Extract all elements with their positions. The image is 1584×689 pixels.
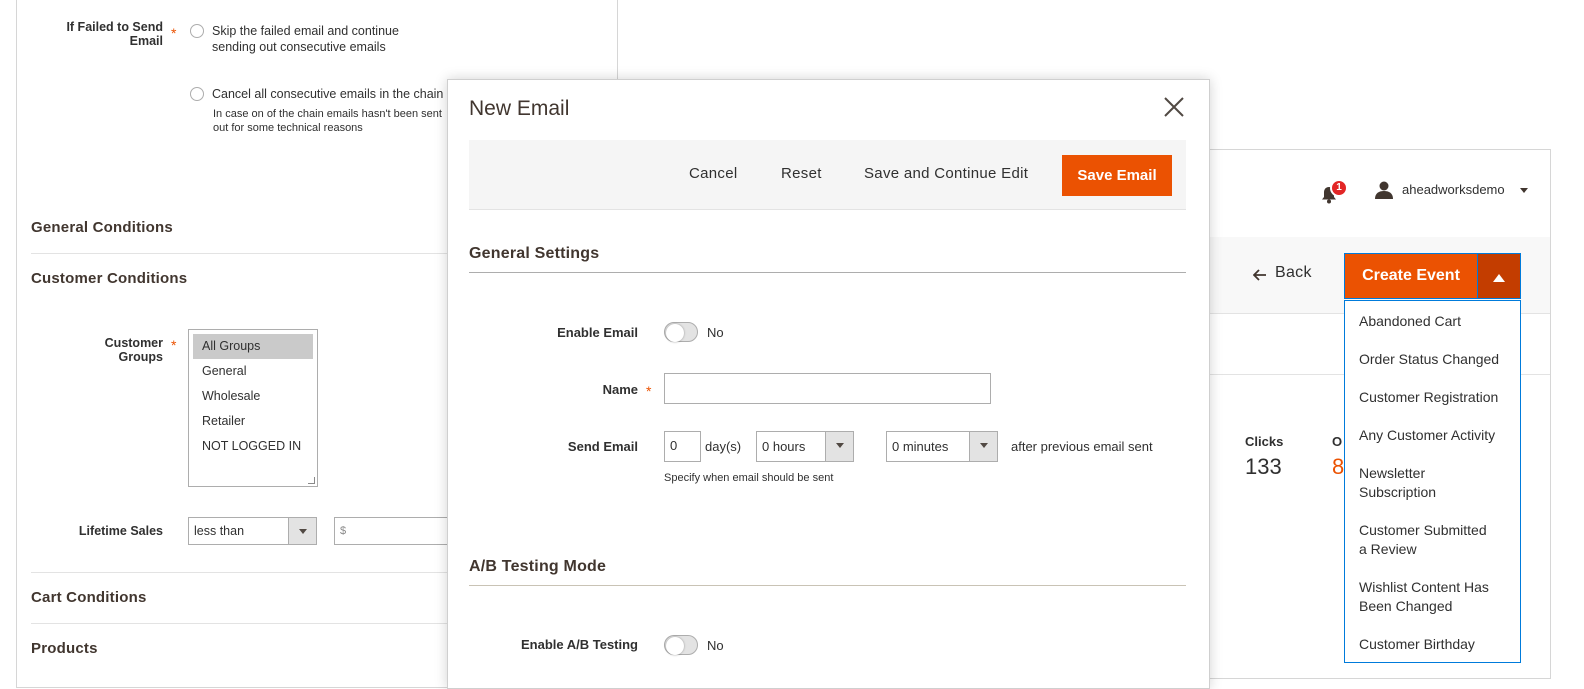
arrow-left-icon [1253,269,1266,281]
save-and-continue-button[interactable]: Save and Continue Edit [864,165,1028,182]
enable-email-label: Enable Email [557,325,638,340]
reset-button[interactable]: Reset [781,165,822,182]
dropdown-item-customer-birthday[interactable]: Customer Birthday [1359,635,1475,654]
back-button[interactable]: Back [1253,264,1323,288]
dropdown-item-wishlist-changed[interactable]: Wishlist Content Has Been Changed [1359,578,1489,616]
chevron-down-icon [288,518,316,544]
chevron-down-icon [969,432,997,461]
chevron-up-icon [1493,274,1505,282]
lifetime-sales-label: Lifetime Sales [78,524,163,538]
customer-group-option[interactable]: Wholesale [193,384,313,409]
delay-days-input[interactable]: 0 [664,431,701,462]
notification-count-badge: 1 [1330,179,1348,197]
resize-handle-icon[interactable] [308,477,315,484]
user-account-menu[interactable]: aheadworksdemo [1374,180,1534,204]
delay-minutes-select[interactable]: 0 minutes [886,431,998,462]
customer-group-option[interactable]: NOT LOGGED IN [193,434,313,459]
skip-failed-radio[interactable] [190,24,204,38]
send-email-label: Send Email [567,439,638,454]
close-icon [1164,97,1184,117]
customer-groups-label: Customer Groups [104,336,163,364]
required-asterisk: * [646,383,652,399]
divider [469,585,1186,586]
user-icon [1375,181,1393,199]
dropdown-item-any-customer-activity[interactable]: Any Customer Activity [1359,426,1495,445]
new-email-modal: New Email Cancel Reset Save and Continue… [447,79,1210,689]
section-products[interactable]: Products [31,640,98,657]
username: aheadworksdemo [1402,182,1505,197]
create-event-button[interactable]: Create Event [1344,253,1478,299]
clicks-label: Clicks [1245,434,1284,449]
days-suffix: day(s) [705,439,742,454]
cancel-button[interactable]: Cancel [689,165,738,182]
dropdown-item-customer-submitted-review[interactable]: Customer Submitted a Review [1359,521,1487,559]
section-general-conditions[interactable]: General Conditions [31,219,173,236]
enable-ab-testing-value: No [707,638,724,653]
section-customer-conditions[interactable]: Customer Conditions [31,270,187,287]
customer-groups-multiselect[interactable]: All Groups General Wholesale Retailer NO… [188,329,318,487]
dropdown-item-order-status-changed[interactable]: Order Status Changed [1359,350,1499,369]
required-asterisk: * [171,337,177,353]
create-event-toggle-button[interactable] [1478,253,1521,299]
back-label: Back [1275,264,1312,281]
orders-value: 8 [1332,454,1345,479]
dropdown-item-abandoned-cart[interactable]: Abandoned Cart [1359,312,1461,331]
create-event-dropdown: Abandoned Cart Order Status Changed Cust… [1344,300,1521,663]
notifications-button[interactable]: 1 [1321,179,1348,206]
orders-label: O [1332,434,1343,449]
name-label: Name [602,382,638,397]
enable-ab-testing-label: Enable A/B Testing [520,637,638,652]
customer-group-option[interactable]: General [193,359,313,384]
customer-group-option[interactable]: Retailer [193,409,313,434]
divider [469,272,1186,273]
cancel-chain-radio[interactable] [190,87,204,101]
skip-failed-option-label: Skip the failed email and continue sendi… [212,24,399,54]
chevron-down-icon [825,432,853,461]
enable-email-value: No [707,325,724,340]
general-settings-title[interactable]: General Settings [469,245,599,263]
modal-title: New Email [469,97,570,120]
dropdown-item-customer-registration[interactable]: Customer Registration [1359,388,1498,407]
send-email-note: Specify when email should be sent [664,472,834,484]
save-email-button[interactable]: Save Email [1062,155,1172,196]
enable-ab-testing-toggle[interactable] [664,635,698,655]
after-previous-text: after previous email sent [1011,439,1153,454]
dropdown-item-newsletter-subscription[interactable]: Newsletter Subscription [1359,464,1436,502]
enable-email-toggle[interactable] [664,322,698,342]
if-failed-label: If Failed to Send Email [66,20,163,48]
ab-testing-title[interactable]: A/B Testing Mode [469,558,606,576]
delay-hours-select[interactable]: 0 hours [756,431,854,462]
chevron-down-icon [1520,188,1528,193]
cancel-chain-option-label: Cancel all consecutive emails in the cha… [212,87,444,101]
clicks-value: 133 [1245,454,1282,479]
close-modal-button[interactable] [1163,96,1185,118]
required-asterisk: * [171,25,177,41]
section-cart-conditions[interactable]: Cart Conditions [31,589,147,606]
name-input[interactable] [664,373,991,404]
customer-group-option[interactable]: All Groups [193,334,313,359]
cancel-chain-note: In case on of the chain emails hasn't be… [213,108,442,134]
lifetime-sales-operator-select[interactable]: less than [188,517,317,545]
